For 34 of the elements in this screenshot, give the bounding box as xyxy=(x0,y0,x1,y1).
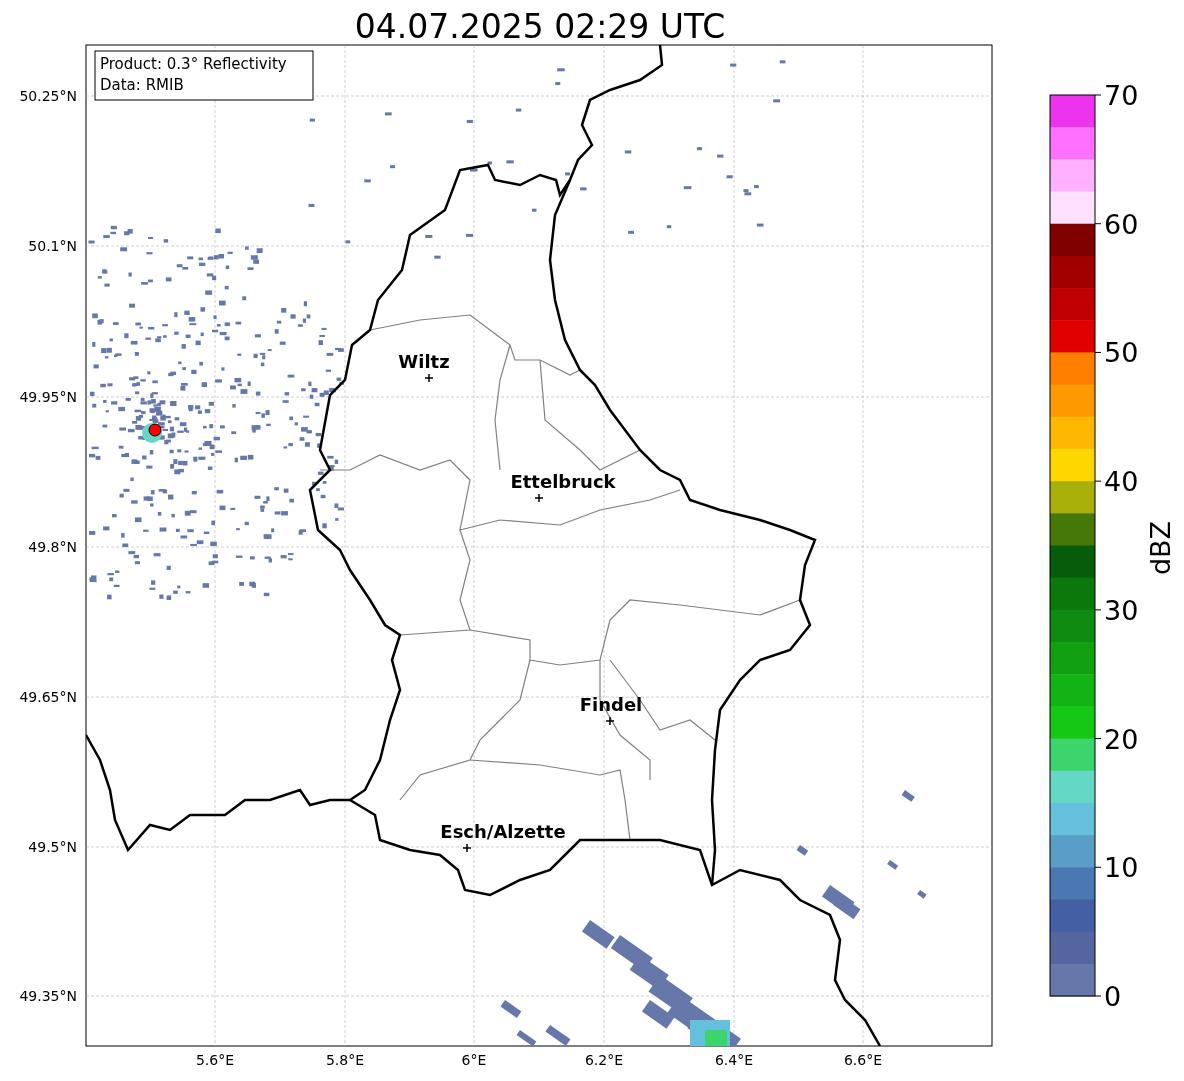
longitude-tick-label: 5.6°E xyxy=(195,1052,235,1068)
latitude-tick-label: 49.95°N xyxy=(19,389,77,405)
colorbar-tick-label: 50 xyxy=(1104,337,1139,369)
city-marker-icon xyxy=(462,843,472,853)
city-label: Ettelbruck xyxy=(510,471,616,492)
info-text: Product: 0.3° Reflectivity xyxy=(100,55,287,73)
latitude-tick-label: 49.35°N xyxy=(19,988,77,1004)
city-marker-icon xyxy=(424,373,434,383)
longitude-tick-label: 5.8°E xyxy=(325,1052,365,1068)
colorbar-tick-label: 60 xyxy=(1104,208,1139,240)
longitude-tick-label: 6.2°E xyxy=(584,1052,624,1068)
city-label: Findel xyxy=(579,694,643,715)
longitude-tick-label: 6.4°E xyxy=(714,1052,754,1068)
colorbar-tick-label: 40 xyxy=(1104,466,1139,498)
radar-site-marker xyxy=(148,423,162,437)
city-marker-icon xyxy=(534,493,544,503)
colorbar-tick-label: 20 xyxy=(1104,723,1139,755)
info-text: Data: RMIB xyxy=(100,76,184,94)
latitude-tick-label: 49.65°N xyxy=(19,689,77,705)
city-marker-icon xyxy=(605,716,615,726)
city-label: Wiltz xyxy=(398,351,450,372)
colorbar-tick-label: 10 xyxy=(1104,852,1139,884)
latitude-tick-label: 50.1°N xyxy=(28,238,77,254)
longitude-tick-label: 6°E xyxy=(461,1052,487,1068)
colorbar-tick-label: 30 xyxy=(1104,594,1139,626)
longitude-tick-label: 6.6°E xyxy=(843,1052,883,1068)
colorbar-tick-label: 70 xyxy=(1104,80,1139,111)
latitude-tick-label: 49.5°N xyxy=(28,839,77,855)
colorbar-label: dBZ xyxy=(1145,520,1176,576)
latitude-tick-label: 49.8°N xyxy=(28,539,77,555)
chart-title: 04.07.2025 02:29 UTC xyxy=(354,7,726,46)
city-label: Esch/Alzette xyxy=(440,821,566,842)
colorbar-tick-label: 0 xyxy=(1104,981,1122,1012)
latitude-tick-label: 50.25°N xyxy=(19,88,77,104)
